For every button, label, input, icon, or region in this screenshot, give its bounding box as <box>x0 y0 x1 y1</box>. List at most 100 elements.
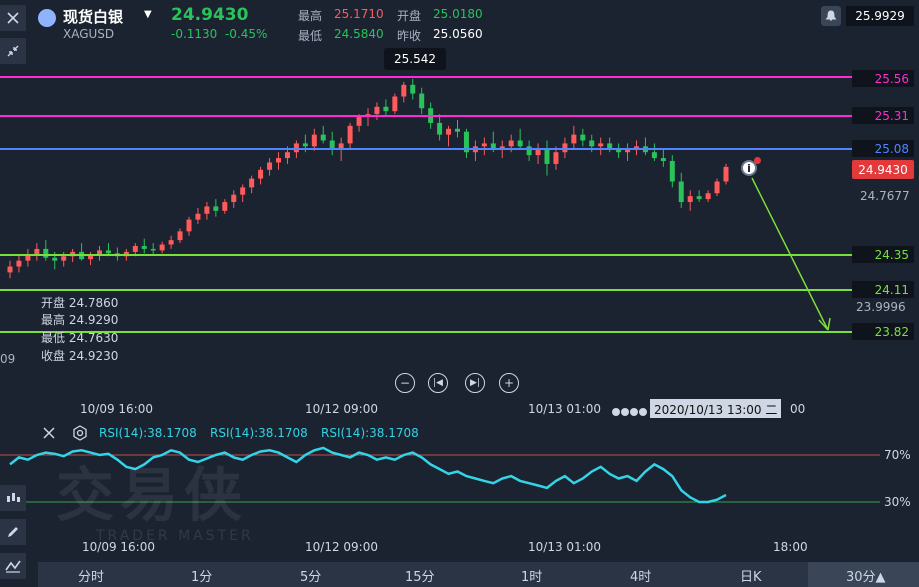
candle-body[interactable] <box>535 149 541 156</box>
candle-body[interactable] <box>598 143 604 147</box>
support-line-2[interactable] <box>0 289 852 291</box>
candle-body[interactable] <box>105 250 111 254</box>
candle-body[interactable] <box>132 246 138 252</box>
bell-icon <box>825 10 837 21</box>
candle-body[interactable] <box>276 158 281 163</box>
candle-body[interactable] <box>150 248 156 251</box>
candle-body[interactable] <box>419 93 425 109</box>
chevron-down-icon[interactable]: ▼ <box>144 9 152 20</box>
candle-body[interactable] <box>7 266 13 273</box>
candle-body[interactable] <box>356 117 362 126</box>
draw-tool-button[interactable] <box>0 519 26 545</box>
resistance-line-2[interactable] <box>0 115 852 117</box>
tf-4h[interactable]: 4时 <box>630 566 651 585</box>
plus-icon: + <box>503 376 515 390</box>
high-value: 25.1710 <box>334 7 384 21</box>
candle-body[interactable] <box>61 256 67 261</box>
tf-tick[interactable]: 分时 <box>78 566 104 585</box>
candle-body[interactable] <box>517 140 523 147</box>
candle-body[interactable] <box>544 149 550 164</box>
candle-body[interactable] <box>589 140 595 147</box>
candle-body[interactable] <box>383 106 389 112</box>
candle-body[interactable] <box>714 181 720 194</box>
candlestick-chart[interactable] <box>0 48 919 368</box>
candle-body[interactable] <box>177 231 183 241</box>
zoom-out-button[interactable]: − <box>395 373 415 393</box>
support-line-3[interactable] <box>0 331 852 333</box>
candle-body[interactable] <box>571 134 577 144</box>
candle-body[interactable] <box>508 140 514 147</box>
candle-body[interactable] <box>267 162 273 170</box>
time-label-4-tail: 00 <box>790 402 806 416</box>
candle-body[interactable] <box>392 96 398 112</box>
rsi-settings-button[interactable] <box>72 425 88 445</box>
time-label-1: 10/09 16:00 <box>80 402 153 416</box>
close-button[interactable] <box>0 5 26 31</box>
candle-body[interactable] <box>580 134 586 141</box>
candle-body[interactable] <box>320 134 326 141</box>
candle-body[interactable] <box>159 244 165 251</box>
candle-body[interactable] <box>401 84 407 97</box>
candle-body[interactable] <box>168 240 174 245</box>
candle-body[interactable] <box>446 128 452 135</box>
candle-body[interactable] <box>186 219 192 232</box>
tf-1m[interactable]: 1分 <box>191 566 212 585</box>
skip-forward-icon: ▶| <box>470 378 480 388</box>
candle-body[interactable] <box>16 260 22 267</box>
tf-30m-selected[interactable]: 30分▲ <box>808 562 919 587</box>
candle-body[interactable] <box>204 206 210 214</box>
trendline-tool-button[interactable] <box>0 553 26 579</box>
candle-body[interactable] <box>678 181 684 203</box>
candle-body[interactable] <box>311 134 317 147</box>
candle-body[interactable] <box>660 158 666 161</box>
candle-body[interactable] <box>437 122 443 135</box>
candle-body[interactable] <box>231 194 237 203</box>
symbol-name[interactable]: 现货白银 <box>63 6 123 27</box>
candle-body[interactable] <box>705 193 711 200</box>
tf-daily[interactable]: 日K <box>740 566 762 585</box>
resistance-line-1[interactable] <box>0 76 852 78</box>
candle-body[interactable] <box>687 196 693 203</box>
candle-body[interactable] <box>52 257 58 261</box>
time-label-3: 10/13 01:00 <box>528 402 601 416</box>
support-tag-3: 23.82 <box>852 323 914 340</box>
candle-body[interactable] <box>410 84 416 94</box>
candle-body[interactable] <box>240 187 246 195</box>
support-line-1[interactable] <box>0 254 852 256</box>
chart-app: 现货白银 ▼ XAGUSD 24.9430 -0.1130 -0.45% 最高 … <box>0 0 919 587</box>
candle-body[interactable] <box>141 246 147 249</box>
tf-15m[interactable]: 15分 <box>405 566 435 585</box>
candle-body[interactable] <box>347 125 353 144</box>
pivot-line[interactable] <box>0 148 852 150</box>
axis-level-1: 24.7677 <box>860 189 910 203</box>
candle-body[interactable] <box>258 169 264 179</box>
jump-start-button[interactable]: |◀ <box>428 373 448 393</box>
candle-body[interactable] <box>302 143 308 147</box>
jump-end-button[interactable]: ▶| <box>465 373 485 393</box>
candle-body[interactable] <box>651 152 657 159</box>
tf-1h[interactable]: 1时 <box>521 566 542 585</box>
candle-body[interactable] <box>374 106 380 115</box>
rsi-label-3: RSI(14):38.1708 <box>321 426 419 440</box>
alert-bell-button[interactable] <box>821 6 841 26</box>
candle-body[interactable] <box>249 178 255 188</box>
candle-body[interactable] <box>222 202 228 211</box>
candle-body[interactable] <box>481 143 487 147</box>
candle-body[interactable] <box>455 128 460 132</box>
candle-body[interactable] <box>284 152 290 159</box>
candle-body[interactable] <box>553 152 559 164</box>
candle-body[interactable] <box>723 166 729 182</box>
rsi-time-label-1: 10/09 16:00 <box>82 540 155 554</box>
indicator-tool-button[interactable] <box>0 485 26 511</box>
tf-5m[interactable]: 5分 <box>300 566 321 585</box>
trendline-icon <box>5 560 21 573</box>
rsi-label-2: RSI(14):38.1708 <box>210 426 308 440</box>
candle-body[interactable] <box>669 161 675 182</box>
zoom-in-button[interactable]: + <box>499 373 519 393</box>
candle-body[interactable] <box>213 206 219 211</box>
crosshair-day: 二 <box>765 403 778 417</box>
candle-body[interactable] <box>696 196 702 200</box>
rsi-close-button[interactable] <box>42 425 56 444</box>
price-change: -0.1130 -0.45% <box>171 27 267 41</box>
candle-body[interactable] <box>195 213 201 220</box>
